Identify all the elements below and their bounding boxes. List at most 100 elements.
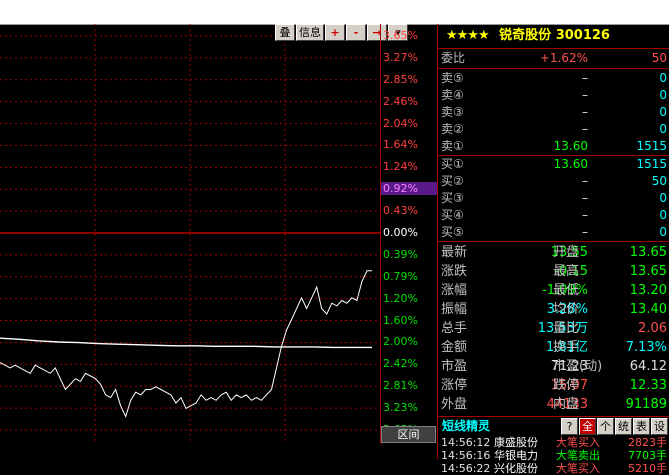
sprite-buttons: ? 全个统表设 [561, 418, 668, 435]
y-tick-label: 0.92% [381, 182, 438, 196]
alert-time: 14:56:22 [441, 462, 491, 475]
stat-label: 涨停 [441, 378, 468, 393]
buys-price: – [582, 191, 588, 205]
sells-row: 卖③ – 0 [438, 104, 669, 121]
y-tick-label: 0.43% [383, 204, 418, 218]
y-tick-label: 3.65% [383, 29, 418, 42]
y-tick-label: 1.60% [383, 313, 418, 327]
alert-stock-name: 康盛股份 [494, 436, 538, 449]
buys-label: 买② [441, 174, 464, 188]
stat-label: 内盘 [553, 397, 580, 412]
stat-label: 涨跌 [441, 264, 468, 279]
sells-volume: 1515 [636, 139, 667, 153]
sells-price: 13.60 [553, 139, 588, 153]
sprite-filter-button[interactable]: ? [561, 418, 578, 435]
short-term-sprite-bar: 短线精灵 ? 全个统表设 [438, 417, 669, 435]
y-tick-label: 2.00% [383, 335, 418, 349]
buys-row: 买② – 50 [438, 173, 669, 190]
y-tick-label: 3.23% [383, 401, 418, 415]
buys-volume: 50 [651, 174, 667, 188]
y-tick-label: 1.20% [383, 291, 418, 305]
buys-volume: 0 [659, 225, 667, 239]
stat-value: 2.06 [638, 321, 667, 336]
sprite-alert-row[interactable]: 14:56:22 兴化股份 大笔买入 5210手 [438, 462, 669, 475]
buys-label: 买① [441, 157, 464, 171]
stock-title: ★★★★ 锐奇股份 300126 [438, 24, 669, 48]
stat-row: 外盘 44133 内盘 91189 [438, 395, 669, 414]
sells-label: 卖③ [441, 105, 464, 119]
stat-label: 跌停 [553, 378, 580, 393]
stat-value: 13.40 [629, 302, 667, 317]
stat-label: 市盈(动) [553, 359, 603, 374]
sprite-filter-button[interactable]: 表 [633, 418, 650, 435]
stat-label: 外盘 [441, 397, 468, 412]
stat-value: 64.12 [629, 359, 667, 374]
stat-row: 总手 13.53万 量比 2.06 [438, 319, 669, 338]
y-tick-label: 2.04% [383, 116, 418, 130]
info-button[interactable]: 信息 [296, 24, 324, 41]
price-line [0, 270, 372, 418]
y-tick-label: 2.42% [383, 357, 418, 371]
sprite-filter-button[interactable]: 个 [597, 418, 614, 435]
stat-label: 金额 [441, 340, 468, 355]
stat-row: 振幅 3.28% 均价 13.40 [438, 300, 669, 319]
sells-volume: 0 [659, 71, 667, 85]
stat-label: 总手 [441, 321, 468, 336]
weibi-label: 委比 [441, 51, 466, 65]
sells-volume: 0 [659, 122, 667, 136]
y-tick-label: 2.46% [383, 94, 418, 108]
stat-row: 涨停 15.07 跌停 12.33 [438, 376, 669, 395]
sprite-filter-button[interactable]: 设 [651, 418, 668, 435]
sprite-title: 短线精灵 [442, 419, 491, 433]
sprite-alert-row[interactable]: 14:56:16 华银电力 大笔卖出 7703手 [438, 449, 669, 462]
sprite-filter-button[interactable]: 统 [615, 418, 632, 435]
sprite-alert-row[interactable]: 14:56:12 康盛股份 大笔买入 2823手 [438, 436, 669, 449]
stat-row: 涨幅 -1.09% 最低 13.20 [438, 281, 669, 300]
divider [438, 241, 669, 242]
buys-row: 买⑤ – 0 [438, 224, 669, 241]
stat-row: 金额 1.81亿 换手 7.13% [438, 338, 669, 357]
stock-code: 300126 [555, 28, 610, 43]
weibi-row: 委比 +1.62% 50 [438, 50, 669, 67]
rating-stars-icon: ★★★★ [446, 28, 490, 43]
zoom-out-button[interactable]: - [346, 24, 366, 41]
sprite-filter-button[interactable]: 全 [579, 418, 596, 435]
buys-volume: 1515 [636, 157, 667, 171]
buys-volume: 0 [659, 191, 667, 205]
stat-row: 最新 13.55 开盘 13.65 [438, 243, 669, 262]
sells-label: 卖① [441, 139, 464, 153]
buys-volume: 0 [659, 208, 667, 222]
intraday-chart[interactable] [0, 24, 380, 444]
sells-price: – [582, 122, 588, 136]
buys-row: 买④ – 0 [438, 207, 669, 224]
stat-value: 91189 [625, 397, 667, 412]
buys-price: – [582, 208, 588, 222]
stat-label: 最高 [553, 264, 580, 279]
y-tick-label: 1.24% [383, 160, 418, 174]
stock-name: 锐奇股份 [499, 28, 552, 43]
y-tick-label: 0.00% [383, 226, 418, 239]
y-tick-label: 2.81% [383, 379, 418, 393]
sells-price: – [582, 105, 588, 119]
buys-label: 买③ [441, 191, 464, 205]
y-tick-label: 1.64% [383, 138, 418, 152]
zoom-in-button[interactable]: + [325, 24, 345, 41]
stat-value: 13.20 [629, 283, 667, 298]
buys-price: 13.60 [553, 157, 588, 171]
y-tick-label: 0.79% [383, 269, 418, 283]
sells-label: 卖⑤ [441, 71, 464, 85]
y-axis-labels: 3.65% 3.27% 2.85% 2.46% 2.04% 1.64% 1.24% 0.92%… [380, 24, 438, 444]
y-tick-label: 3.27% [383, 50, 418, 64]
interval-button[interactable]: 区间 [381, 426, 436, 443]
stat-label: 最低 [553, 283, 580, 298]
divider [438, 68, 669, 69]
window-top-bar [0, 0, 669, 25]
sells-volume: 0 [659, 88, 667, 102]
stat-label: 市盈 [441, 359, 468, 374]
alert-stock-name: 华银电力 [494, 449, 538, 462]
sells-row: 卖⑤ – 0 [438, 70, 669, 87]
sells-row: 卖① 13.60 1515 [438, 138, 669, 155]
stat-value: 12.33 [629, 378, 667, 393]
overlay-icon[interactable]: 叠 [275, 24, 295, 41]
stat-value: 13.65 [629, 245, 667, 260]
